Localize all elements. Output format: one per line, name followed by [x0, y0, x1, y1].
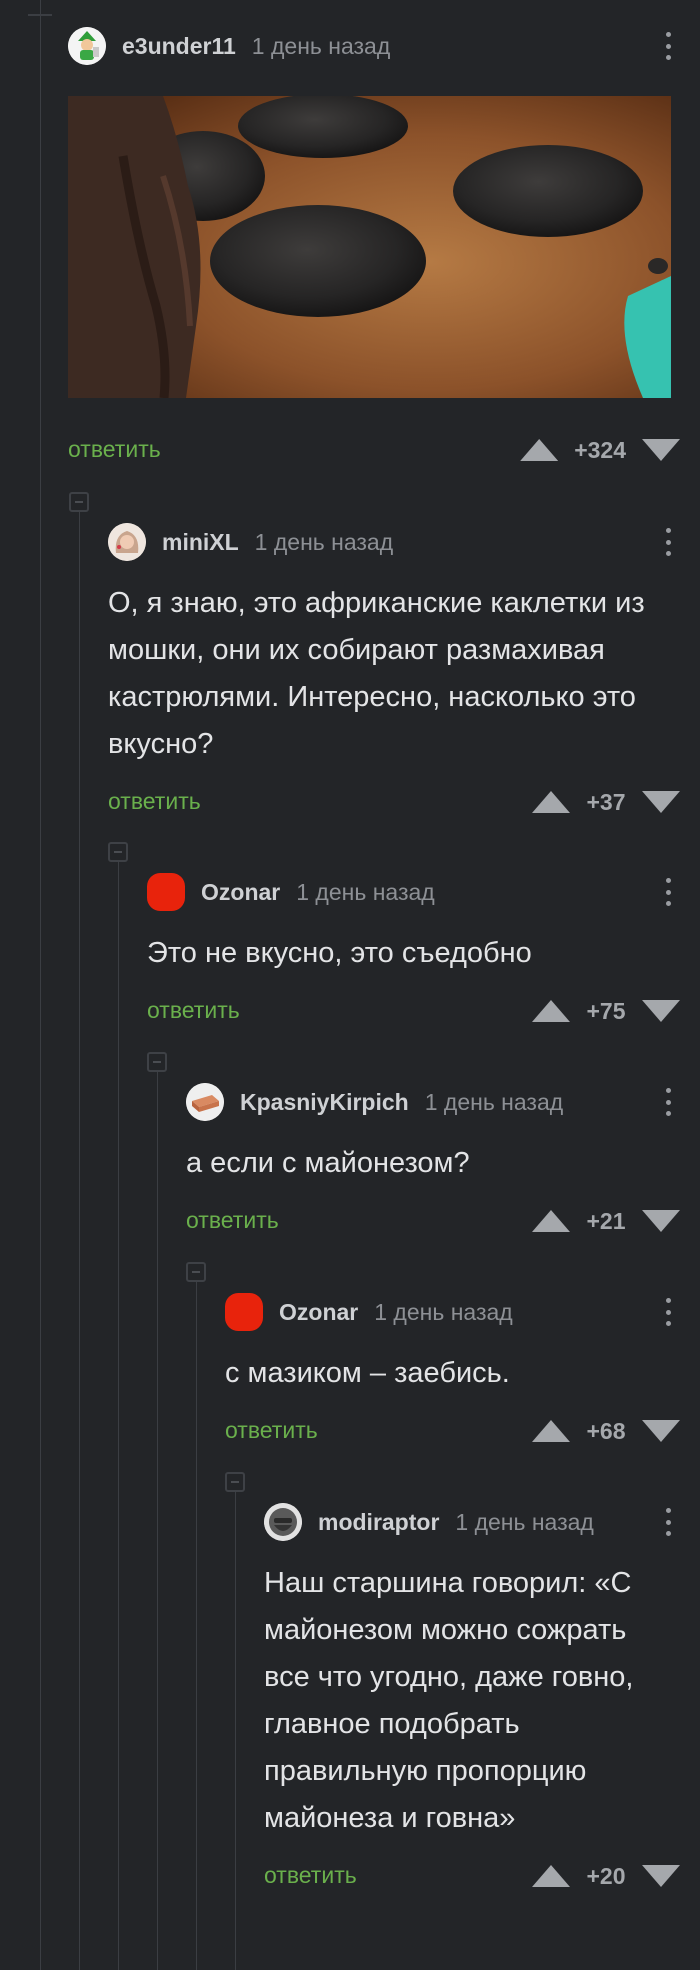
comment-footer: ответить +37	[108, 782, 680, 822]
score: +20	[586, 1862, 626, 1889]
upvote-icon[interactable]	[532, 1000, 570, 1022]
score: +37	[586, 788, 626, 815]
upvote-icon[interactable]	[532, 1210, 570, 1232]
comment-text: О, я знаю, это африканские каклетки из м…	[108, 587, 645, 760]
comment-footer: ответить +68	[225, 1411, 680, 1451]
food-photo	[68, 96, 671, 398]
collapse-button[interactable]	[69, 492, 89, 512]
collapse-button[interactable]	[108, 842, 128, 862]
upvote-icon[interactable]	[532, 1420, 570, 1442]
downvote-icon[interactable]	[642, 1000, 680, 1022]
comment-time: 1 день назад	[455, 1508, 594, 1535]
thread-line-0	[40, 0, 41, 1970]
comment-header: miniXL 1 день назад	[108, 522, 680, 562]
comment-header: KpasniyKirpich 1 день назад	[186, 1082, 680, 1122]
reply-link[interactable]: ответить	[108, 788, 201, 815]
upvote-icon[interactable]	[532, 1865, 570, 1887]
avatar[interactable]	[108, 523, 146, 561]
avatar[interactable]	[68, 27, 106, 65]
comment: Ozonar 1 день назад Это не вкусно, это с…	[147, 872, 680, 1031]
comment: Ozonar 1 день назад с мазиком – заебись.…	[225, 1292, 680, 1451]
comment-text: с мазиком – заебись.	[225, 1357, 510, 1389]
vote-controls: +21	[532, 1201, 680, 1241]
score: +68	[586, 1417, 626, 1444]
score: +324	[574, 436, 626, 463]
top-divider	[28, 14, 52, 16]
comment-time: 1 день назад	[296, 878, 435, 905]
comment-time: 1 день назад	[424, 1088, 564, 1115]
comment-footer: ответить +20	[264, 1856, 680, 1896]
comment-footer: ответить +21	[186, 1201, 680, 1241]
more-menu-icon[interactable]	[656, 1086, 680, 1118]
downvote-icon[interactable]	[642, 791, 680, 813]
vote-controls: +324	[520, 430, 680, 470]
thread-line-2	[118, 846, 119, 1970]
reply-link[interactable]: ответить	[225, 1417, 318, 1444]
post-image[interactable]	[68, 96, 671, 398]
comment-time: 1 день назад	[254, 528, 394, 555]
brick-avatar-icon	[186, 1083, 224, 1121]
upvote-icon[interactable]	[532, 791, 570, 813]
downvote-icon[interactable]	[642, 1210, 680, 1232]
comment: KpasniyKirpich 1 день назад а если с май…	[186, 1082, 680, 1241]
downvote-icon[interactable]	[642, 1865, 680, 1887]
comment-footer: ответить +75	[147, 991, 680, 1031]
vote-controls: +68	[532, 1411, 680, 1451]
girl-avatar-icon	[108, 523, 146, 561]
comment-text: Наш старшина говорил: «С майонезом можно…	[264, 1567, 634, 1834]
collapse-button[interactable]	[225, 1472, 245, 1492]
comment-author[interactable]: e3under11	[122, 33, 236, 60]
thread-line-5	[235, 1476, 236, 1970]
post-footer-wrap: ответить +324	[68, 430, 680, 470]
thread-line-1	[79, 496, 80, 1970]
upvote-icon[interactable]	[520, 439, 559, 461]
comment: miniXL 1 день назад О, я знаю, это африк…	[108, 522, 680, 822]
thread-line-4	[196, 1266, 197, 1970]
comment-time: 1 день назад	[374, 1298, 513, 1325]
comment-header: Ozonar 1 день назад	[147, 872, 680, 912]
comment-author[interactable]: modiraptor	[318, 1509, 439, 1536]
post-comment: e3under11 1 день назад	[68, 26, 680, 66]
comment-footer: ответить +324	[68, 430, 680, 470]
downvote-icon[interactable]	[642, 1420, 680, 1442]
vote-controls: +20	[532, 1856, 680, 1896]
comment-header: e3under11 1 день назад	[68, 26, 680, 66]
comment-author[interactable]: KpasniyKirpich	[240, 1089, 409, 1116]
avatar[interactable]	[186, 1083, 224, 1121]
reply-link[interactable]: ответить	[147, 997, 240, 1024]
reply-link[interactable]: ответить	[186, 1207, 279, 1234]
bearded-man-avatar-icon	[264, 1503, 302, 1541]
downvote-icon[interactable]	[642, 439, 680, 461]
more-menu-icon[interactable]	[656, 526, 680, 558]
vote-controls: +37	[532, 782, 680, 822]
comment: modiraptor 1 день назад Наш старшина гов…	[264, 1502, 680, 1896]
comment-header: Ozonar 1 день назад	[225, 1292, 680, 1332]
reply-link[interactable]: ответить	[264, 1862, 357, 1889]
more-menu-icon[interactable]	[656, 30, 680, 62]
comment-author[interactable]: miniXL	[162, 529, 239, 556]
more-menu-icon[interactable]	[656, 876, 680, 908]
more-menu-icon[interactable]	[656, 1506, 680, 1538]
comment-text: Это не вкусно, это съедобно	[147, 937, 532, 969]
comment-header: modiraptor 1 день назад	[264, 1502, 680, 1542]
avatar[interactable]	[225, 1293, 263, 1331]
score: +75	[586, 997, 626, 1024]
more-menu-icon[interactable]	[656, 1296, 680, 1328]
avatar[interactable]	[147, 873, 185, 911]
comment-author[interactable]: Ozonar	[279, 1299, 358, 1326]
comment-text: а если с майонезом?	[186, 1147, 470, 1179]
thread-line-3	[157, 1056, 158, 1970]
score: +21	[586, 1207, 626, 1234]
comment-author[interactable]: Ozonar	[201, 879, 280, 906]
link-character-avatar-icon	[68, 27, 106, 65]
comment-time: 1 день назад	[251, 32, 391, 59]
collapse-button[interactable]	[147, 1052, 167, 1072]
avatar[interactable]	[264, 1503, 302, 1541]
reply-link[interactable]: ответить	[68, 436, 161, 463]
vote-controls: +75	[532, 991, 680, 1031]
collapse-button[interactable]	[186, 1262, 206, 1282]
